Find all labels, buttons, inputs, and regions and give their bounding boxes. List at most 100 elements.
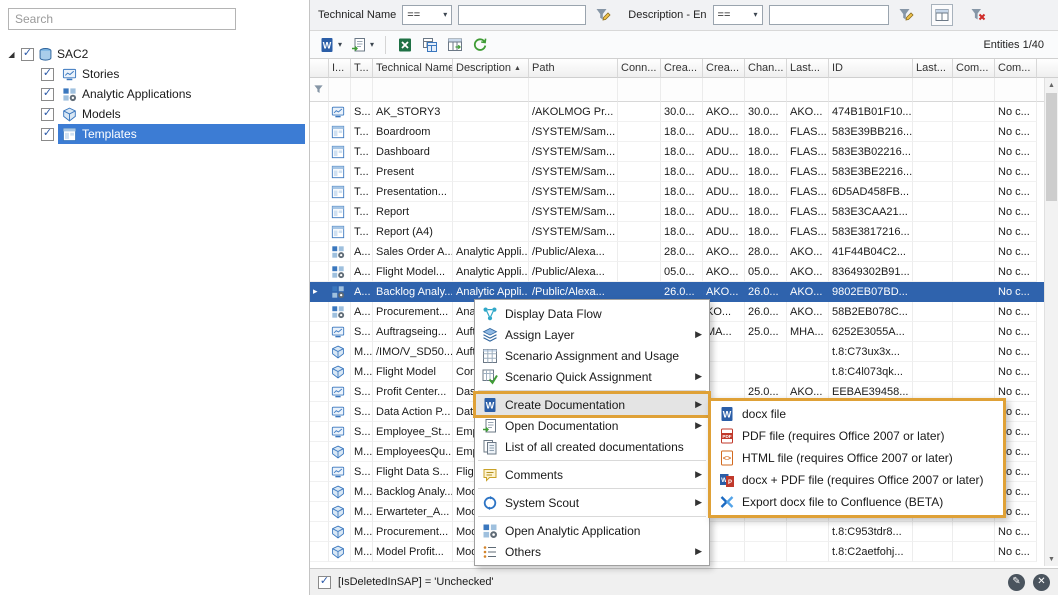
column-header-description[interactable]: Description▲	[453, 59, 529, 78]
tree-checkbox[interactable]	[41, 108, 54, 121]
menu-item-scenario-assignment-and-usage[interactable]: Scenario Assignment and Usage	[476, 345, 708, 366]
column-header-com[interactable]: Com...	[953, 59, 995, 78]
submenu-item-pdf-file-requires-office-2007-or-later[interactable]: PDF PDF file (requires Office 2007 or la…	[713, 425, 1001, 447]
tree-checkbox[interactable]	[41, 128, 54, 141]
column-header-crea[interactable]: Crea...	[661, 59, 703, 78]
table-row[interactable]: T...Present/SYSTEM/Sam...18.0...ADU...18…	[310, 162, 1058, 182]
submenu-item-export-docx-file-to-confluence-beta[interactable]: Export docx file to Confluence (BETA)	[713, 491, 1001, 513]
description-operator-select[interactable]: == ▾	[713, 5, 763, 25]
scroll-down-button[interactable]: ▼	[1045, 552, 1058, 566]
table-row[interactable]: A...Sales Order A...Analytic Appli.../Pu…	[310, 242, 1058, 262]
table-cell: M...	[351, 342, 373, 362]
column-header-last[interactable]: Last...	[787, 59, 829, 78]
tree-item-sac2[interactable]: ◢ SAC2	[0, 44, 309, 64]
submenu-item-docx-file[interactable]: W docx file	[713, 403, 1001, 425]
table-row[interactable]: T...Presentation.../SYSTEM/Sam...18.0...…	[310, 182, 1058, 202]
description-filter-input[interactable]	[769, 5, 889, 25]
tree-item-stories[interactable]: Stories	[0, 64, 309, 84]
column-header-id[interactable]: ID	[829, 59, 913, 78]
filter-panel-button[interactable]	[931, 4, 953, 26]
model-icon	[331, 365, 345, 379]
tree-checkbox[interactable]	[41, 88, 54, 101]
edit-filter-button[interactable]	[592, 4, 614, 26]
tree-checkbox[interactable]	[41, 68, 54, 81]
status-filter-checkbox[interactable]	[318, 576, 331, 589]
table-cell: 26.0...	[745, 282, 787, 302]
column-header-technical-name[interactable]: Technical Name	[373, 59, 453, 78]
search-input[interactable]	[8, 8, 236, 30]
refresh-button[interactable]	[469, 34, 491, 56]
edit-filter-circle-button[interactable]: ✎	[1008, 574, 1025, 591]
menu-item-open-documentation[interactable]: Open Documentation ▶	[476, 415, 708, 436]
column-filter-cell[interactable]	[329, 78, 351, 102]
menu-item-others[interactable]: Others ▶	[476, 541, 708, 562]
table-cell: A...	[351, 242, 373, 262]
table-row[interactable]: T...Dashboard/SYSTEM/Sam...18.0...ADU...…	[310, 142, 1058, 162]
table-cell: t.8:C953tdr8...	[829, 522, 913, 542]
menu-item-create-documentation[interactable]: W Create Documentation ▶	[476, 394, 708, 415]
column-filter-cell[interactable]	[953, 78, 995, 102]
scrollbar-thumb[interactable]	[1046, 93, 1057, 201]
menu-item-assign-layer[interactable]: Assign Layer ▶	[476, 324, 708, 345]
table-cell	[745, 542, 787, 562]
column-filter-cell[interactable]	[703, 78, 745, 102]
clear-filter-button[interactable]	[967, 4, 989, 26]
svg-text:P: P	[727, 480, 731, 486]
tree-item-analytic-applications[interactable]: Analytic Applications	[0, 84, 309, 104]
application-window: ◢ SAC2 Stories Analytic Applications Mod…	[0, 0, 1058, 595]
submenu-item-docx-pdf-file-requires-office-2007-or-later[interactable]: WP docx + PDF file (requires Office 2007…	[713, 469, 1001, 491]
column-filter-cell[interactable]	[787, 78, 829, 102]
open-documentation-button[interactable]: ▾	[348, 35, 377, 55]
column-filter-cell[interactable]	[529, 78, 618, 102]
column-filter-cell[interactable]	[618, 78, 661, 102]
table-cell: 18.0...	[745, 122, 787, 142]
menu-item-scenario-quick-assignment[interactable]: Scenario Quick Assignment ▶	[476, 366, 708, 387]
column-filter-cell[interactable]	[995, 78, 1037, 102]
tree-item-templates[interactable]: Templates	[0, 124, 309, 144]
submenu-item-html-file-requires-office-2007-or-later[interactable]: <> HTML file (requires Office 2007 or la…	[713, 447, 1001, 469]
column-header-crea[interactable]: Crea...	[703, 59, 745, 78]
story-icon	[331, 425, 345, 439]
table-cell: 58B2EB078C...	[829, 302, 913, 322]
copy-table-button[interactable]	[419, 34, 441, 56]
column-filter-cell[interactable]	[373, 78, 453, 102]
table-row[interactable]: T...Report/SYSTEM/Sam...18.0...ADU...18.…	[310, 202, 1058, 222]
table-row[interactable]: S...AK_STORY3/AKOLMOG Pr...30.0...AKO...…	[310, 102, 1058, 122]
tree-item-models[interactable]: Models	[0, 104, 309, 124]
menu-item-display-data-flow[interactable]: Display Data Flow	[476, 303, 708, 324]
table-row[interactable]: A...Flight Model...Analytic Appli.../Pub…	[310, 262, 1058, 282]
story-icon	[331, 465, 345, 479]
menu-item-open-analytic-application[interactable]: Open Analytic Application	[476, 520, 708, 541]
column-filter-cell[interactable]	[661, 78, 703, 102]
table-row[interactable]: T...Report (A4)/SYSTEM/Sam...18.0...ADU.…	[310, 222, 1058, 242]
table-cell	[953, 242, 995, 262]
technical-name-filter-input[interactable]	[458, 5, 586, 25]
column-header-com[interactable]: Com...	[995, 59, 1037, 78]
menu-item-list-of-all-created-documentations[interactable]: List of all created documentations	[476, 436, 708, 457]
column-header-t[interactable]: T...	[351, 59, 373, 78]
export-table-button[interactable]	[444, 34, 466, 56]
clear-filter-circle-button[interactable]: ✕	[1033, 574, 1050, 591]
column-filter-cell[interactable]	[453, 78, 529, 102]
scroll-up-button[interactable]: ▲	[1045, 78, 1058, 92]
menu-item-system-scout[interactable]: System Scout ▶	[476, 492, 708, 513]
vertical-scrollbar[interactable]: ▲ ▼	[1044, 78, 1058, 566]
column-filter-cell[interactable]	[745, 78, 787, 102]
apply-filter-button[interactable]	[895, 4, 917, 26]
create-documentation-button[interactable]: W ▾	[316, 35, 345, 55]
expander-icon[interactable]: ◢	[6, 50, 17, 59]
technical-name-operator-select[interactable]: == ▾	[402, 5, 452, 25]
filter-field-label: Technical Name	[318, 9, 396, 21]
column-header-i[interactable]: I...	[329, 59, 351, 78]
column-filter-cell[interactable]	[351, 78, 373, 102]
column-filter-cell[interactable]	[913, 78, 953, 102]
column-header-chan[interactable]: Chan...	[745, 59, 787, 78]
table-row[interactable]: T...Boardroom/SYSTEM/Sam...18.0...ADU...…	[310, 122, 1058, 142]
export-excel-button[interactable]	[394, 34, 416, 56]
menu-item-comments[interactable]: Comments ▶	[476, 464, 708, 485]
column-header-last[interactable]: Last...	[913, 59, 953, 78]
column-header-path[interactable]: Path	[529, 59, 618, 78]
column-header-conn[interactable]: Conn...	[618, 59, 661, 78]
tree-checkbox[interactable]	[21, 48, 34, 61]
column-filter-cell[interactable]	[829, 78, 913, 102]
